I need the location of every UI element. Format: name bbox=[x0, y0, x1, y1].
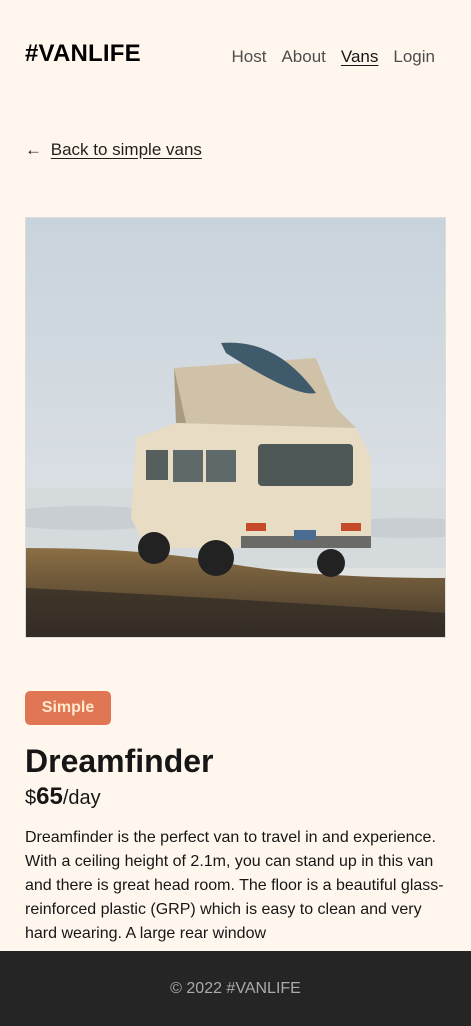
main-nav: Host About Vans Login bbox=[216, 47, 435, 67]
back-to-vans-link[interactable]: ← Back to simple vans bbox=[25, 140, 202, 160]
back-arrow-icon: ← bbox=[25, 140, 42, 159]
van-price: $65/day bbox=[25, 783, 101, 811]
price-currency: $ bbox=[25, 787, 37, 809]
site-footer: © 2022 #VANLIFE bbox=[0, 951, 471, 1026]
nav-about[interactable]: About bbox=[281, 47, 325, 67]
van-name: Dreamfinder bbox=[25, 743, 214, 779]
van-type-badge[interactable]: Simple bbox=[25, 691, 111, 725]
price-amount: 65 bbox=[36, 783, 63, 810]
nav-login[interactable]: Login bbox=[393, 47, 435, 67]
van-photo bbox=[25, 217, 446, 638]
nav-host[interactable]: Host bbox=[231, 47, 266, 67]
nav-vans[interactable]: Vans bbox=[341, 47, 379, 67]
back-link-label: Back to simple vans bbox=[50, 140, 202, 159]
price-unit: /day bbox=[62, 787, 101, 809]
site-header: #VANLIFE Host About Vans Login bbox=[0, 0, 471, 110]
site-logo[interactable]: #VANLIFE bbox=[25, 40, 141, 68]
van-description: Dreamfinder is the perfect van to travel… bbox=[25, 829, 444, 942]
footer-copyright: © 2022 #VANLIFE bbox=[170, 979, 301, 997]
